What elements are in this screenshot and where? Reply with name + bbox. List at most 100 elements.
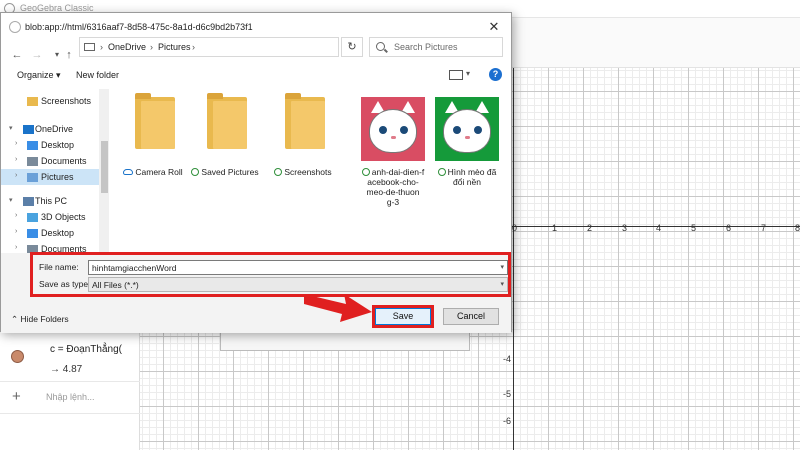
cloud-status-icon bbox=[123, 169, 134, 175]
file-name-line: Hình mèo đã bbox=[447, 167, 497, 177]
sidebar-item-label: Desktop bbox=[41, 228, 75, 238]
documents-icon bbox=[27, 157, 38, 166]
sidebar-item-desktop[interactable]: › Desktop bbox=[1, 225, 99, 241]
navigation-scrollbar-thumb[interactable] bbox=[101, 141, 108, 193]
algebra-input-row[interactable]: + Nhập lệnh... bbox=[0, 382, 140, 414]
search-box[interactable] bbox=[369, 37, 503, 57]
expand-chevron-icon[interactable]: › bbox=[15, 172, 17, 179]
hide-folders-label: Hide Folders bbox=[20, 314, 69, 324]
expand-chevron-icon[interactable]: › bbox=[15, 140, 17, 147]
view-options-icon[interactable] bbox=[449, 70, 463, 80]
refresh-icon: ↻ bbox=[347, 41, 357, 53]
view-dropdown-icon[interactable]: ▾ bbox=[466, 69, 470, 78]
search-input[interactable] bbox=[394, 40, 498, 54]
x-tick-label: 8 bbox=[795, 223, 800, 233]
algebra-formula: c = ĐoạnThẳng( bbox=[50, 344, 122, 355]
app-icon bbox=[9, 21, 21, 33]
folder-icon bbox=[285, 93, 325, 149]
algebra-value: → 4.87 bbox=[50, 364, 83, 375]
expand-chevron-icon[interactable]: ▾ bbox=[9, 124, 13, 132]
sidebar-item-desktop[interactable]: › Desktop bbox=[1, 137, 99, 153]
cancel-button[interactable]: Cancel bbox=[443, 308, 499, 325]
synced-status-icon bbox=[437, 168, 446, 176]
breadcrumb-separator-icon[interactable]: › bbox=[192, 42, 195, 52]
annotation-highlight-fields bbox=[30, 252, 511, 297]
up-button[interactable]: ↑ bbox=[61, 47, 77, 63]
address-bar[interactable]: › OneDrive › Pictures › ▾ bbox=[79, 37, 404, 57]
file-name-line: đổi nền bbox=[453, 177, 481, 187]
cloud-icon bbox=[23, 125, 34, 134]
refresh-button[interactable]: ↻ bbox=[341, 37, 363, 57]
file-list: Camera Roll Saved Pictures Screenshots anh-… bbox=[113, 91, 511, 253]
file-name-line: g-3 bbox=[386, 197, 400, 207]
help-button[interactable]: ? bbox=[489, 68, 502, 81]
sidebar-item-label: Pictures bbox=[41, 172, 74, 182]
file-name-line: Screenshots bbox=[284, 167, 332, 177]
breadcrumb-separator-icon[interactable]: › bbox=[100, 42, 103, 52]
visibility-toggle-icon[interactable] bbox=[11, 350, 24, 363]
folder-icon bbox=[207, 93, 247, 149]
algebra-input-placeholder[interactable]: Nhập lệnh... bbox=[46, 392, 95, 402]
sidebar-item-pictures[interactable]: › Pictures bbox=[1, 169, 99, 185]
expand-chevron-icon[interactable]: › bbox=[15, 212, 17, 219]
file-name-label: Screenshots bbox=[263, 167, 343, 177]
plus-icon[interactable]: + bbox=[12, 388, 21, 405]
search-icon bbox=[376, 42, 385, 51]
y-tick-label: -5 bbox=[503, 389, 512, 399]
x-tick-label: 0 bbox=[512, 223, 518, 233]
command-bar: Organize ▾ New folder ▾ ? bbox=[1, 67, 511, 89]
y-tick-label: -4 bbox=[503, 354, 512, 364]
dialog-footer bbox=[1, 301, 511, 333]
sidebar-item-onedrive[interactable]: ▾ OneDrive bbox=[1, 121, 99, 137]
x-tick-label: 5 bbox=[691, 223, 697, 233]
save-as-dialog: blob:app://html/6316aaf7-8d58-475c-8a1d-… bbox=[0, 12, 512, 333]
y-tick-label: -6 bbox=[503, 416, 512, 426]
new-folder-button[interactable]: New folder bbox=[76, 70, 119, 80]
back-button[interactable]: ← bbox=[9, 47, 25, 63]
folder-item[interactable]: Saved Pictures bbox=[185, 91, 259, 221]
breadcrumb-onedrive[interactable]: OneDrive bbox=[108, 42, 146, 52]
synced-status-icon bbox=[191, 168, 200, 176]
folder-blue-icon bbox=[27, 141, 38, 150]
sidebar-item-3d-objects[interactable]: › 3D Objects bbox=[1, 209, 99, 225]
file-name-line: Saved Pictures bbox=[201, 167, 259, 177]
expand-chevron-icon[interactable]: › bbox=[15, 228, 17, 235]
folder-location-icon bbox=[84, 43, 95, 51]
cat-image-thumbnail bbox=[435, 97, 499, 161]
pictures-icon bbox=[27, 173, 38, 182]
cat-image-thumbnail bbox=[361, 97, 425, 161]
sidebar-item-label: Screenshots bbox=[41, 96, 92, 106]
folder-blue-icon bbox=[27, 229, 38, 238]
file-name-label: Camera Roll bbox=[113, 167, 193, 177]
x-tick-label: 2 bbox=[587, 223, 593, 233]
sidebar-item-label: Desktop bbox=[41, 140, 75, 150]
expand-chevron-icon[interactable]: ▾ bbox=[9, 196, 13, 204]
file-name-line: Camera Roll bbox=[135, 167, 183, 177]
image-file-item[interactable]: Hình mèo đã đổi nền bbox=[417, 91, 499, 221]
forward-button[interactable]: → bbox=[29, 47, 45, 63]
sidebar-item-documents[interactable]: › Documents bbox=[1, 153, 99, 169]
hide-folders-button[interactable]: ⌃ Hide Folders bbox=[11, 314, 69, 325]
sidebar-item-this-pc[interactable]: ▾ This PC bbox=[1, 193, 99, 209]
folder-item[interactable]: Camera Roll bbox=[113, 91, 185, 221]
x-tick-label: 4 bbox=[656, 223, 662, 233]
sidebar-item-screenshots[interactable]: Screenshots bbox=[1, 93, 99, 109]
expand-chevron-icon[interactable]: › bbox=[15, 156, 17, 163]
algebra-row-segment[interactable]: c = ĐoạnThẳng( → 4.87 bbox=[0, 338, 140, 382]
organize-button[interactable]: Organize ▾ bbox=[17, 70, 61, 81]
sidebar-item-label: This PC bbox=[35, 196, 68, 206]
expand-chevron-icon[interactable]: › bbox=[15, 244, 17, 251]
sidebar-item-label: 3D Objects bbox=[41, 212, 86, 222]
folder-icon bbox=[27, 97, 38, 106]
x-tick-label: 1 bbox=[552, 223, 558, 233]
x-tick-label: 7 bbox=[761, 223, 767, 233]
navigation-pane: Screenshots ▾ OneDrive › Desktop › Documents › P… bbox=[1, 89, 111, 253]
image-file-item[interactable]: anh-dai-dien-f acebook-cho-meo-de-thuon g-… bbox=[343, 91, 425, 221]
breadcrumb-pictures[interactable]: Pictures bbox=[158, 42, 191, 52]
folder-item[interactable]: Screenshots bbox=[263, 91, 335, 221]
geogebra-input-box[interactable] bbox=[220, 331, 470, 351]
y-axis bbox=[513, 68, 514, 450]
breadcrumb-separator-icon[interactable]: › bbox=[150, 42, 153, 52]
close-button[interactable]: ✕ bbox=[483, 17, 505, 37]
pc-icon bbox=[23, 197, 34, 206]
